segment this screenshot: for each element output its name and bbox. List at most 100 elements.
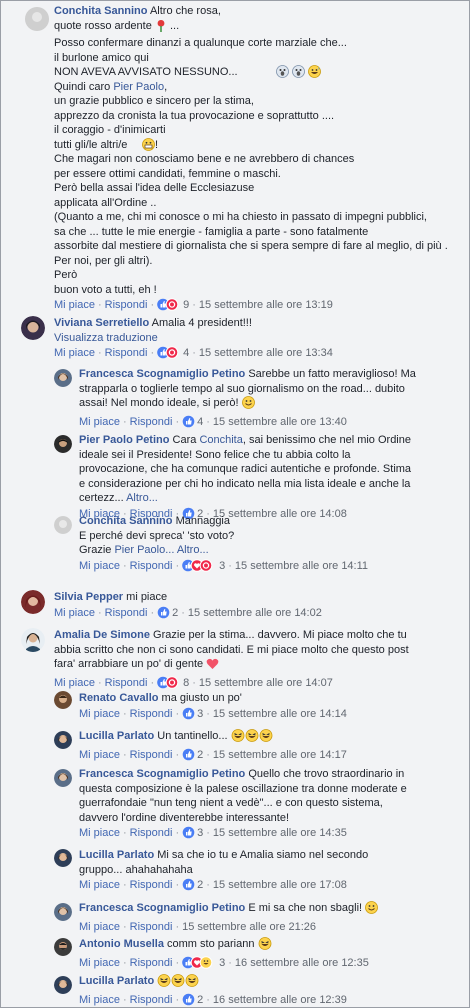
avatar[interactable] <box>54 435 72 453</box>
reply-button[interactable]: Rispondi <box>105 677 148 689</box>
like-button[interactable]: Mi piace <box>54 347 95 359</box>
author-name[interactable]: Silvia Pepper <box>54 591 123 603</box>
author-name[interactable]: Amalia De Simone <box>54 629 150 641</box>
avatar[interactable] <box>54 731 72 749</box>
avatar[interactable] <box>54 691 72 709</box>
author-name[interactable]: Francesca Scognamiglio Petino <box>79 768 245 780</box>
avatar[interactable] <box>54 903 72 921</box>
comment-actions: Mi piace · Rispondi · 2 · 16 settembre alle or… <box>79 993 419 1008</box>
translate-link[interactable]: Visualizza traduzione <box>54 331 466 345</box>
comment-date[interactable]: 15 settembre alle ore 14:11 <box>235 560 368 572</box>
mention-link[interactable]: Conchita <box>199 434 242 446</box>
laughing-emoji-icon <box>258 937 272 955</box>
comment-body: Francesca Scognamiglio Petino Quello che… <box>79 767 419 843</box>
comment-date[interactable]: 15 settembre alle ore 14:07 <box>199 677 333 689</box>
see-more-link[interactable]: Altro... <box>177 544 209 556</box>
author-name[interactable]: Conchita Sannino <box>79 515 173 527</box>
comment-actions: Mi piace · Rispondi · 2 · 15 settembre alle or… <box>79 748 419 765</box>
comment-date[interactable]: 16 settembre alle ore 12:39 <box>213 994 347 1006</box>
like-button[interactable]: Mi piace <box>79 827 120 839</box>
author-name[interactable]: Francesca Scognamiglio Petino <box>79 368 245 380</box>
like-reaction-icon[interactable] <box>157 606 170 623</box>
like-button[interactable]: Mi piace <box>79 921 120 933</box>
mention-link[interactable]: Pier Paolo... <box>114 544 174 556</box>
comment-body: Viviana Serretiello Amalia 4 president!!… <box>54 316 466 363</box>
mention-link[interactable]: Pier Paolo <box>113 81 164 93</box>
like-reaction-icon[interactable] <box>182 707 195 724</box>
reply-button[interactable]: Rispondi <box>105 299 148 311</box>
like-button[interactable]: Mi piace <box>79 749 120 761</box>
like-button[interactable]: Mi piace <box>54 607 95 619</box>
author-name[interactable]: Antonio Musella <box>79 938 164 950</box>
avatar[interactable] <box>54 976 72 994</box>
avatar[interactable] <box>54 849 72 867</box>
comment-date[interactable]: 15 settembre alle ore 14:02 <box>188 607 322 619</box>
author-name[interactable]: Viviana Serretiello <box>54 317 149 329</box>
comment-text: Quindi caro <box>54 80 114 93</box>
comment-date[interactable]: 15 settembre alle ore 17:08 <box>213 879 347 891</box>
author-name[interactable]: Conchita Sannino <box>54 5 148 17</box>
reply-button[interactable]: Rispondi <box>105 347 148 359</box>
reply-button[interactable]: Rispondi <box>105 607 148 619</box>
reactions-icon[interactable] <box>182 955 217 973</box>
comment-body: Conchita Sannino Mannaggia E perché devi… <box>79 514 419 576</box>
like-button[interactable]: Mi piace <box>79 560 120 572</box>
reply-button[interactable]: Rispondi <box>130 749 173 761</box>
comment-date[interactable]: 15 settembre alle ore 13:19 <box>199 299 333 311</box>
like-button[interactable]: Mi piace <box>79 957 120 969</box>
reply-button[interactable]: Rispondi <box>130 994 173 1006</box>
reactions-icon[interactable] <box>157 345 181 363</box>
avatar[interactable] <box>21 628 45 652</box>
like-button[interactable]: Mi piace <box>79 416 120 428</box>
like-button[interactable]: Mi piace <box>79 994 120 1006</box>
comment-text: , <box>164 80 168 93</box>
like-reaction-icon[interactable] <box>182 826 195 843</box>
comment-actions: Mi piace · Rispondi · 4 · 15 settembre alle or… <box>54 345 466 363</box>
reply-button[interactable]: Rispondi <box>130 827 173 839</box>
reactions-icon[interactable] <box>157 675 181 693</box>
comment-date[interactable]: 15 settembre alle ore 21:26 <box>182 921 316 933</box>
author-name[interactable]: Lucilla Parlato <box>79 975 154 987</box>
like-reaction-icon[interactable] <box>182 748 195 765</box>
comment-text: Amalia 4 president!!! <box>151 317 252 329</box>
like-reaction-icon[interactable] <box>182 415 195 432</box>
comment-body: Conchita Sannino Altro che rosa, quote r… <box>54 4 466 315</box>
like-button[interactable]: Mi piace <box>79 708 120 720</box>
author-name[interactable]: Pier Paolo Petino <box>79 434 169 446</box>
reply-button[interactable]: Rispondi <box>130 416 173 428</box>
avatar[interactable] <box>21 316 45 340</box>
comment-date[interactable]: 15 settembre alle ore 14:14 <box>213 708 347 720</box>
comment-actions: Mi piace · Rispondi · 15 settembre alle ore … <box>79 920 317 933</box>
reply-button[interactable]: Rispondi <box>130 879 173 891</box>
author-name[interactable]: Renato Cavallo <box>79 692 158 704</box>
like-reaction-icon[interactable] <box>182 878 195 895</box>
comment-date[interactable]: 15 settembre alle ore 13:34 <box>199 347 333 359</box>
comment-date[interactable]: 15 settembre alle ore 13:40 <box>213 416 347 428</box>
author-name[interactable]: Francesca Scognamiglio Petino <box>79 902 245 914</box>
like-button[interactable]: Mi piace <box>54 299 95 311</box>
avatar[interactable] <box>21 590 45 614</box>
avatar[interactable] <box>25 7 49 31</box>
reply-button[interactable]: Rispondi <box>130 957 173 969</box>
comment-date[interactable]: 15 settembre alle ore 14:17 <box>213 749 347 761</box>
like-reaction-icon[interactable] <box>182 993 195 1008</box>
comment-actions: Mi piace · Rispondi · 3 · 15 settembre alle or… <box>79 558 419 576</box>
reply-button[interactable]: Rispondi <box>130 708 173 720</box>
like-button[interactable]: Mi piace <box>54 677 95 689</box>
author-name[interactable]: Lucilla Parlato <box>79 730 154 742</box>
see-more-link[interactable]: Altro... <box>126 492 158 504</box>
comment-date[interactable]: 16 settembre alle ore 12:35 <box>235 957 369 969</box>
comment-body: Renato Cavallo ma giusto un po' Mi piace… <box>79 691 419 724</box>
reply-button[interactable]: Rispondi <box>130 921 173 933</box>
avatar[interactable] <box>54 769 72 787</box>
avatar[interactable] <box>54 516 72 534</box>
avatar[interactable] <box>54 938 72 956</box>
reactions-icon[interactable] <box>182 558 217 576</box>
avatar[interactable] <box>54 369 72 387</box>
comment-actions: Mi piace · Rispondi · 3 · 15 settembre alle or… <box>79 826 419 843</box>
reactions-icon[interactable] <box>157 298 181 315</box>
like-button[interactable]: Mi piace <box>79 879 120 891</box>
comment-date[interactable]: 15 settembre alle ore 14:35 <box>213 827 347 839</box>
author-name[interactable]: Lucilla Parlato <box>79 849 154 861</box>
reply-button[interactable]: Rispondi <box>130 560 173 572</box>
